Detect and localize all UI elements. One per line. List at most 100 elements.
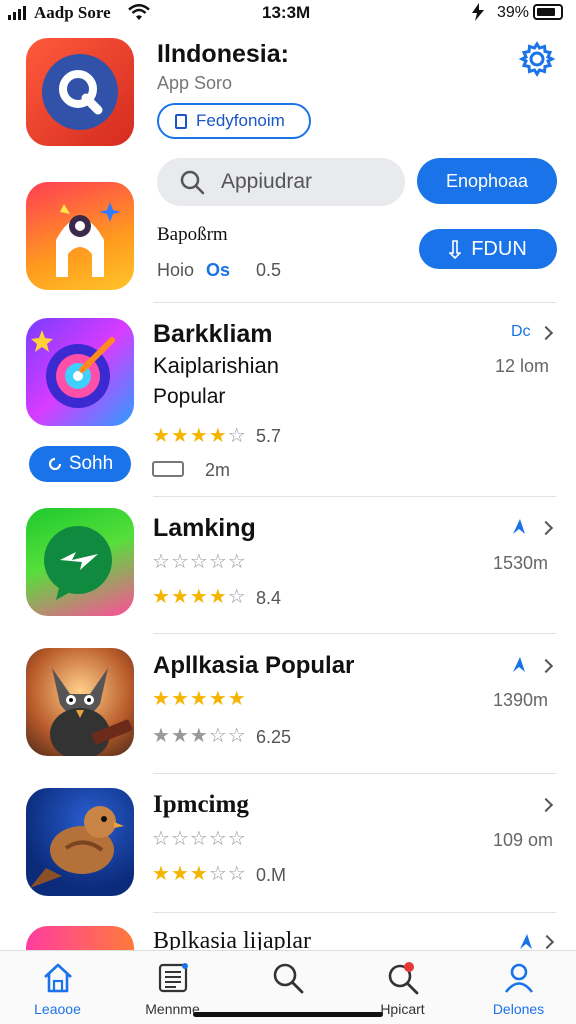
app-1-action-text: Dc [511,323,531,340]
star-icon: ☆ [189,828,208,850]
divider [153,302,556,303]
star-icon: ☆ [152,551,170,573]
app-1-title: Barkkliam [153,320,273,348]
star-icon: ★ [152,725,170,747]
star-icon: ★ [170,586,189,608]
star-icon: ★ [152,425,170,447]
refresh-icon [48,457,61,471]
star-icon: ☆ [227,425,246,447]
star-icon: ★ [189,725,208,747]
app-4-rating-stars-empty: ☆ ☆ ☆ ☆ ☆ [152,829,246,849]
news-icon [158,963,188,993]
signal-icon [8,6,26,20]
featured-meta-a: Hoio [157,260,195,280]
cloud-download-icon[interactable] [518,932,536,950]
app-icon-2[interactable] [26,508,134,616]
app-1-category: Popular [153,385,226,408]
app-4-rating-stars: ★ ★ ★ ☆ ☆ [152,864,246,884]
app-4-title: Ipmcimg [153,791,249,818]
chevron-right-icon[interactable] [539,934,555,950]
app-icon-5[interactable] [26,926,134,950]
page-subtitle: App Soro [157,73,233,93]
chevron-right-icon[interactable] [538,520,554,536]
search-field[interactable]: Appiudrar [157,158,405,206]
app-4-size: 109 om [493,830,554,850]
cloud-download-icon[interactable] [510,654,528,674]
star-icon: ☆ [208,725,227,747]
featured-meta-b: Os [206,260,231,280]
star-icon: ★ [170,425,189,447]
app-1-subtitle: Kaiplarishian [153,353,279,378]
star-icon: ★ [208,586,227,608]
star-icon: ☆ [189,551,208,573]
app-1-badge-label: Sohh [68,453,114,474]
app-3-title: Apllkasia Popular [153,652,355,679]
home-icon [43,963,72,993]
star-icon: ★ [227,688,246,710]
notification-search-icon [388,962,418,995]
app-1-size: 12 lom [495,356,550,376]
status-bar: Aadp Sore 13:3M 39% [0,0,576,26]
app-1-extra-label: 2m [205,460,231,480]
star-icon: ☆ [227,725,246,747]
tab-profile[interactable]: Delones [461,951,576,1024]
star-icon: ★ [152,688,170,710]
age-rating-badge-icon [152,461,184,477]
tab-home-label: Leaooe [34,1001,81,1017]
app-3-size: 1390m [493,690,549,710]
app-1-open-button[interactable]: Sohh [29,446,131,482]
download-icon [449,240,462,259]
app-icon-main[interactable] [26,38,134,146]
app-icon-featured[interactable] [26,182,134,290]
star-icon: ☆ [170,828,189,850]
outline-pill-button[interactable]: Fedyfonoim [157,103,311,139]
document-icon [175,113,187,129]
star-icon: ☆ [208,828,227,850]
get-button[interactable]: FDUN [419,229,557,269]
settings-gear-icon[interactable] [518,40,556,83]
app-icon-1[interactable] [26,318,134,426]
star-icon: ★ [170,688,189,710]
star-icon: ☆ [152,828,170,850]
cloud-download-icon[interactable] [510,516,528,536]
featured-meta-c: 0.5 [256,260,282,280]
app-3-rating-stars: ★ ★ ★ ☆ ☆ [152,726,246,746]
chevron-right-icon[interactable] [538,797,554,813]
charging-bolt-icon [470,3,486,26]
divider [153,633,556,634]
outline-pill-label: Fedyfonoim [196,111,285,130]
star-icon: ☆ [227,828,246,850]
app-icon-3[interactable] [26,648,134,756]
star-icon: ★ [189,863,208,885]
star-icon: ★ [170,725,189,747]
home-indicator[interactable] [193,1012,383,1017]
search-placeholder: Appiudrar [221,170,313,193]
divider [153,912,556,913]
app-3-rating-value: 6.25 [256,727,292,747]
star-icon: ☆ [227,863,246,885]
carrier-name: Aadp Sore [34,3,111,22]
app-2-title: Lamking [153,514,256,542]
featured-app-name: Bapoßrm [157,224,228,245]
primary-action-button[interactable]: Enophoaa [417,158,557,204]
battery-icon [533,4,563,20]
app-2-size: 1530m [493,553,549,573]
page-title: Ilndonesia: [157,40,289,68]
chevron-right-icon[interactable] [538,325,554,341]
star-icon: ★ [208,688,227,710]
star-icon: ☆ [170,551,189,573]
app-4-rating-value: 0.M [256,865,287,885]
star-icon: ☆ [227,551,246,573]
star-icon: ☆ [208,863,227,885]
star-icon: ★ [170,863,189,885]
profile-icon [504,963,533,993]
chevron-right-icon[interactable] [538,658,554,674]
app-2-rating-stars: ★ ★ ★ ★ ☆ [152,587,246,607]
star-icon: ☆ [227,586,246,608]
tab-home[interactable]: Leaooe [0,951,115,1024]
star-icon: ★ [189,586,208,608]
clock-time: 13:3M [262,3,311,22]
app-icon-4[interactable] [26,788,134,896]
battery-percent: 39% [497,4,530,21]
app-2-rating-value: 8.4 [256,588,282,608]
